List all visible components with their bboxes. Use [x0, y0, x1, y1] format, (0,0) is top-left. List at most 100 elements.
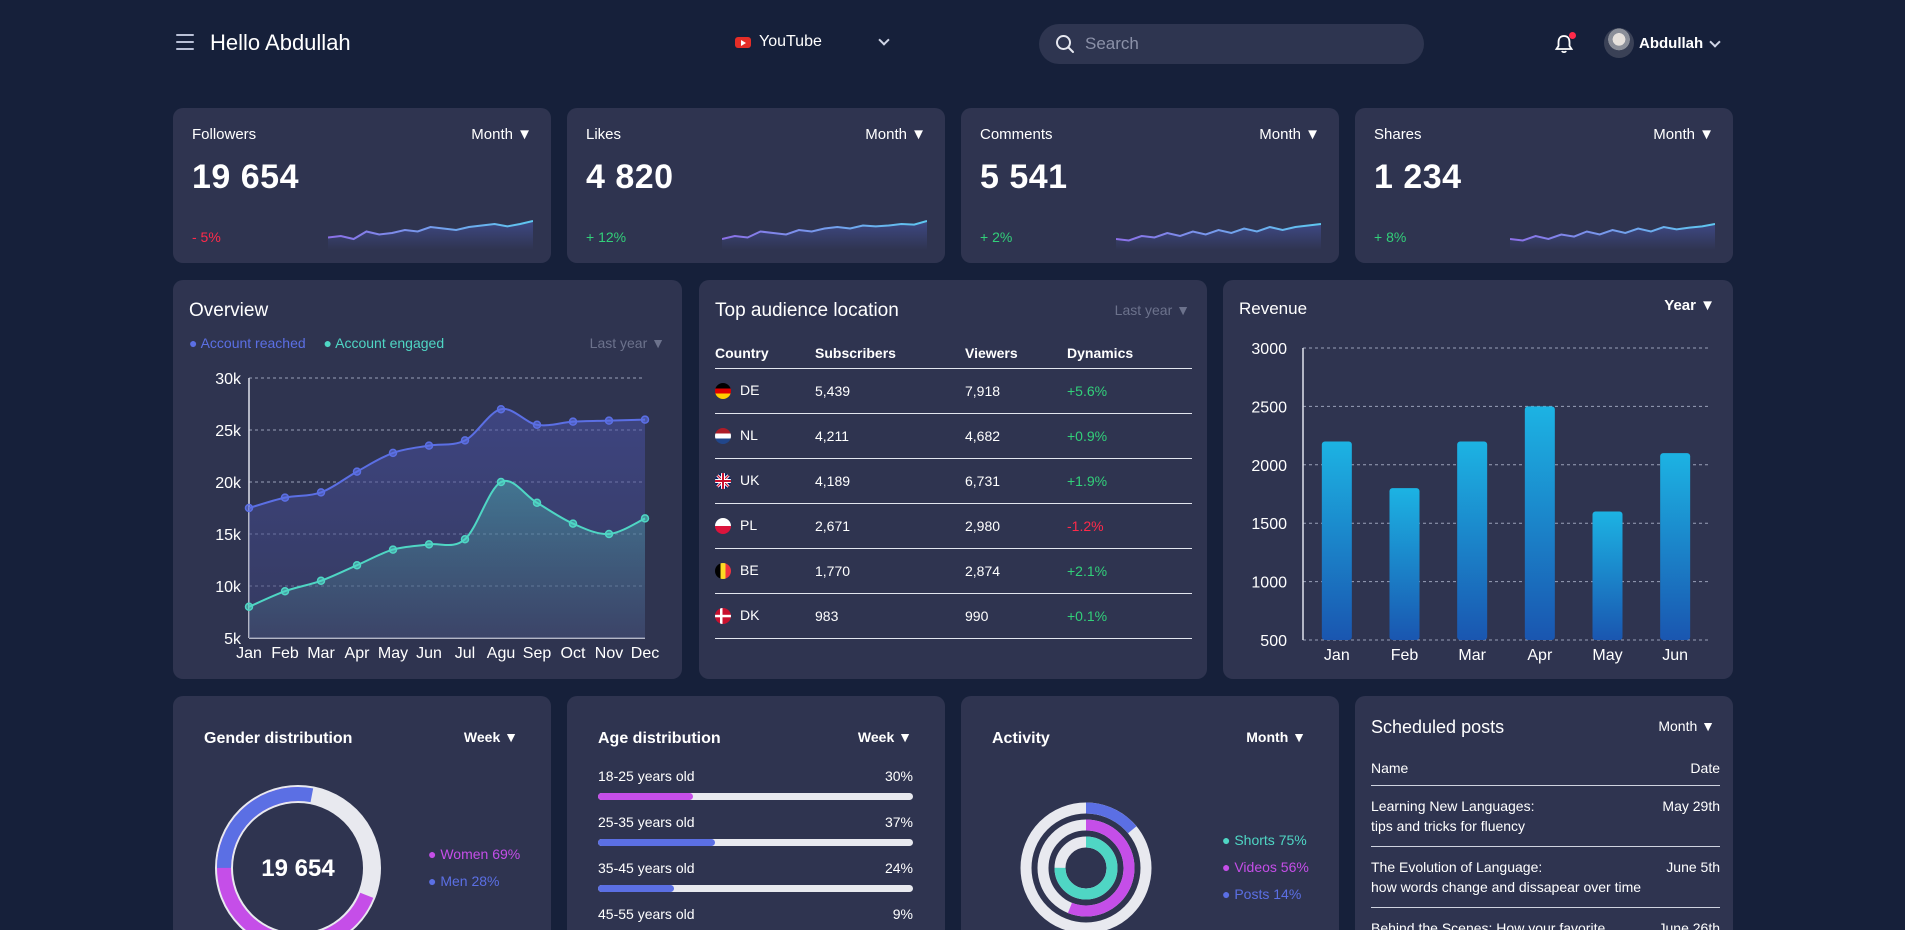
stat-title: Likes — [586, 126, 622, 143]
column-header: Date — [1690, 760, 1720, 776]
stat-card-followers: Followers Month ▼ 19 654 - 5% — [173, 108, 551, 263]
stat-title: Comments — [980, 126, 1053, 143]
period-dropdown[interactable]: Month ▼ — [1658, 718, 1715, 734]
flag-icon — [715, 473, 731, 490]
viewers-cell: 4,682 — [965, 413, 1067, 459]
period-dropdown[interactable]: Week ▼ — [858, 729, 912, 745]
age-percent: 30% — [884, 768, 913, 784]
avatar[interactable] — [1604, 28, 1634, 58]
age-row: 18-25 years old 30% — [598, 768, 913, 800]
age-label: 35-45 years old — [598, 860, 695, 876]
data-point — [604, 416, 614, 425]
menu-icon[interactable] — [176, 34, 194, 50]
data-point — [244, 503, 254, 513]
age-panel: Age distribution Week ▼ 18-25 years old 3… — [567, 696, 945, 930]
stat-delta: + 2% — [980, 229, 1013, 245]
flag-icon — [715, 563, 731, 580]
y-tick-label: 15k — [215, 527, 242, 544]
post-title: Behind the Scenes: How your favorite — [1371, 920, 1606, 930]
user-chevron-down-icon[interactable] — [1709, 36, 1721, 48]
subscribers-cell: 4,189 — [815, 458, 965, 504]
platform-selector[interactable]: YouTube — [735, 33, 822, 51]
post-subtitle: how words change and dissapear over time — [1371, 879, 1642, 895]
data-point — [352, 467, 362, 476]
age-percent: 9% — [892, 906, 913, 922]
subscribers-cell: 4,211 — [815, 413, 965, 459]
subscribers-cell: 1,770 — [815, 548, 965, 594]
data-point — [640, 514, 650, 523]
data-point — [460, 534, 470, 544]
column-header: Viewers — [965, 338, 1067, 369]
panel-title: Scheduled posts — [1371, 717, 1505, 737]
greeting: Hello Abdullah — [210, 30, 351, 55]
country-code: DE — [740, 381, 760, 398]
country-code: UK — [740, 471, 760, 488]
table-row[interactable]: BE 1,770 2,874 +2.1% — [715, 548, 1192, 594]
data-point — [532, 420, 542, 430]
table-row[interactable]: DK 983 990 +0.1% — [715, 593, 1192, 639]
scheduled-posts-list: Name Date Learning New Languages: tips an… — [1371, 760, 1720, 930]
sparkline — [1116, 223, 1321, 250]
table-row[interactable]: UK 4,189 6,731 +1.9% — [715, 458, 1192, 504]
table-row[interactable]: DE 5,439 7,918 +5.6% — [715, 368, 1192, 414]
chevron-down-icon[interactable] — [878, 34, 890, 46]
data-point — [604, 529, 614, 539]
age-row: 35-45 years old 24% — [598, 860, 913, 892]
stat-value: 4 820 — [586, 158, 674, 196]
x-tick-label: Sep — [523, 645, 552, 662]
list-item[interactable]: Behind the Scenes: How your favorite Jun… — [1371, 908, 1720, 930]
progress-track — [598, 793, 913, 800]
youtube-icon — [735, 36, 751, 48]
location-table: Country Subscribers Viewers Dynamics DE 5… — [715, 338, 1192, 639]
viewers-cell: 6,731 — [965, 458, 1067, 504]
period-dropdown[interactable]: Month ▼ — [865, 126, 926, 143]
post-date: May 29th — [1662, 798, 1720, 814]
notification-dot — [1569, 32, 1576, 39]
list-item[interactable]: The Evolution of Language: how words chan… — [1371, 847, 1720, 908]
data-point — [316, 488, 326, 497]
donut-center-value: 19 654 — [261, 855, 335, 882]
stat-delta: - 5% — [192, 229, 221, 245]
data-point — [496, 404, 506, 414]
country-code: BE — [740, 561, 759, 578]
data-point — [388, 545, 398, 554]
list-item[interactable]: Learning New Languages: tips and tricks f… — [1371, 786, 1720, 847]
x-tick-label: Apr — [345, 645, 371, 662]
data-point — [316, 576, 326, 586]
y-tick-label: 3000 — [1251, 341, 1287, 358]
period-dropdown[interactable]: Last year ▼ — [1115, 302, 1190, 318]
period-dropdown[interactable]: Month ▼ — [1259, 126, 1320, 143]
x-tick-label: Nov — [595, 645, 623, 662]
age-label-row: 35-45 years old 24% — [598, 860, 913, 876]
age-label-row: 18-25 years old 30% — [598, 768, 913, 784]
viewers-cell: 2,980 — [965, 503, 1067, 549]
revenue-panel: Revenue Year ▼ 500 1000 1500 2000 2500 3000 Ja… — [1223, 280, 1733, 679]
data-point — [352, 560, 362, 570]
table-row[interactable]: PL 2,671 2,980 -1.2% — [715, 503, 1192, 549]
country-cell: BE — [715, 548, 815, 594]
age-label: 25-35 years old — [598, 814, 695, 830]
period-dropdown[interactable]: Month ▼ — [471, 126, 532, 143]
search-input[interactable] — [1085, 34, 1385, 54]
flag-icon — [715, 383, 731, 400]
table-row[interactable]: NL 4,211 4,682 +0.9% — [715, 413, 1192, 459]
y-tick-label: 500 — [1260, 633, 1287, 650]
country-code: PL — [740, 516, 758, 533]
subscribers-cell: 983 — [815, 593, 965, 639]
x-tick-label: Feb — [1391, 647, 1419, 664]
data-point — [280, 586, 290, 596]
age-label: 45-55 years old — [598, 906, 695, 922]
country-code: DK — [740, 606, 760, 623]
panel-title: Top audience location — [715, 300, 899, 321]
period-dropdown[interactable]: Month ▼ — [1653, 126, 1714, 143]
x-tick-label: Jul — [455, 645, 475, 662]
user-name[interactable]: Abdullah — [1639, 35, 1703, 52]
age-label: 18-25 years old — [598, 768, 695, 784]
overview-panel: Overview ● Account reached ● Account eng… — [173, 280, 682, 679]
x-tick-label: Dec — [631, 645, 659, 662]
x-tick-label: Mar — [307, 645, 335, 662]
bar — [1660, 453, 1691, 640]
x-tick-label: May — [378, 645, 408, 662]
data-point — [424, 441, 434, 450]
gender-donut-chart — [215, 785, 381, 930]
